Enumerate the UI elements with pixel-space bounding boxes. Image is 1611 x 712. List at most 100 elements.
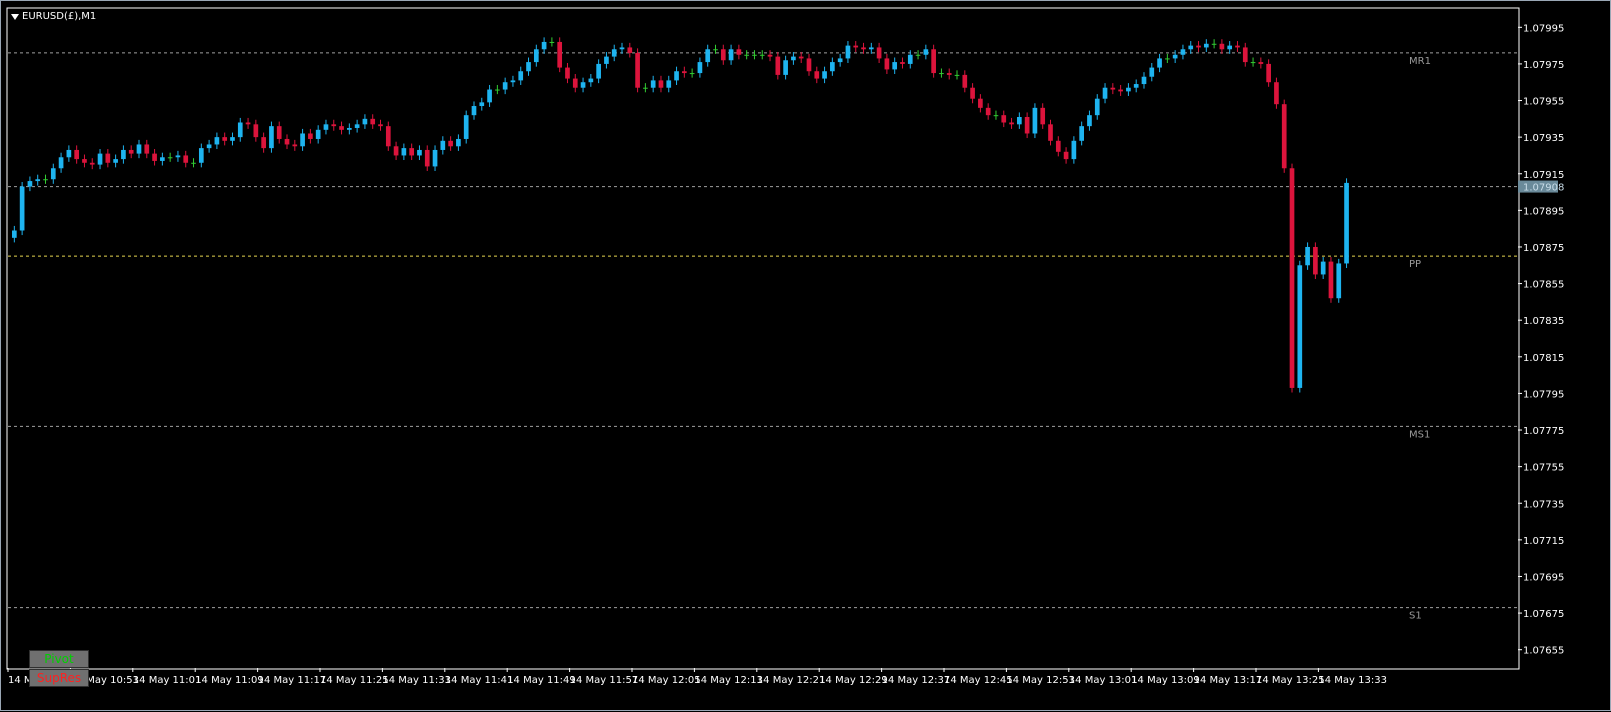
candle-body xyxy=(1009,122,1014,125)
pivot-button[interactable]: Pivot xyxy=(29,650,89,668)
candle-body xyxy=(1344,182,1349,264)
candle-body xyxy=(643,87,648,89)
candle-body xyxy=(705,49,711,63)
candle-body xyxy=(900,62,905,64)
x-tick-label: 14 May 12:45 xyxy=(944,675,1013,686)
candle-body xyxy=(1063,151,1069,160)
candle-body xyxy=(1118,89,1123,92)
candle-body xyxy=(35,179,41,182)
candle-body xyxy=(362,118,368,125)
candle-body xyxy=(276,126,282,139)
y-tick-label: 1.07695 xyxy=(1523,572,1564,583)
y-tick-label: 1.07835 xyxy=(1523,316,1564,327)
candle-body xyxy=(557,41,563,68)
candle-body xyxy=(440,140,446,150)
candle-body xyxy=(66,149,72,158)
candle-body xyxy=(323,124,329,130)
candle-body xyxy=(1320,261,1326,275)
y-tick-label: 1.07915 xyxy=(1523,170,1564,181)
y-tick-label: 1.07855 xyxy=(1523,280,1564,291)
candle-body xyxy=(868,47,874,50)
candle-body xyxy=(728,49,734,61)
y-tick-label: 1.07995 xyxy=(1523,23,1564,34)
candle-body xyxy=(269,126,274,149)
candle-body xyxy=(74,149,79,160)
candle-body xyxy=(1313,246,1318,275)
candle-body xyxy=(121,149,126,160)
candle-body xyxy=(401,148,407,156)
candle-body xyxy=(915,54,921,56)
candle-body xyxy=(549,41,555,43)
candle-body xyxy=(658,80,664,88)
candle-body xyxy=(1040,107,1046,125)
candle-body xyxy=(650,80,656,88)
candle-body xyxy=(292,144,298,147)
candle-body xyxy=(884,58,890,70)
candle-body xyxy=(417,149,422,156)
candle-body xyxy=(939,73,944,75)
candle-body xyxy=(635,52,640,88)
candle-body xyxy=(907,54,913,64)
candle-body xyxy=(689,73,695,75)
y-tick-label: 1.07795 xyxy=(1523,389,1564,400)
candle-body xyxy=(604,56,609,64)
candle-body xyxy=(861,47,866,50)
candle-body xyxy=(237,122,243,138)
x-tick-label: 14 May 12:21 xyxy=(757,675,826,686)
chart-window[interactable]: MR1 PP MS1 S1 1.07908 1.07995 1.07975 1.07955 1… xyxy=(0,0,1611,711)
time-axis[interactable]: 14 May 202414 May 10:5314 May 11:0114 Ma… xyxy=(7,668,1387,686)
candle-body xyxy=(588,78,594,83)
chart-title[interactable]: EURUSD(£),M1 xyxy=(11,11,96,22)
price-axis[interactable]: 1.07995 1.07975 1.07955 1.07935 1.07915 1.078… xyxy=(1518,23,1564,657)
supres-button[interactable]: SupRes xyxy=(29,669,89,687)
candle-body xyxy=(502,82,508,90)
candle-body xyxy=(1242,47,1248,63)
candle-body xyxy=(1087,115,1092,127)
y-tick-label: 1.07755 xyxy=(1523,463,1564,474)
candle-body xyxy=(611,49,617,57)
candle-body xyxy=(798,56,804,59)
x-tick-label: 14 May 11:01 xyxy=(133,675,202,686)
candle-body xyxy=(580,82,586,88)
candle-body xyxy=(97,153,103,165)
level-label: S1 xyxy=(1409,611,1422,622)
candle-body xyxy=(533,49,539,63)
candle-body xyxy=(230,137,235,141)
candle-body xyxy=(791,56,796,61)
candle-body xyxy=(1289,168,1295,388)
candle-body xyxy=(1274,82,1279,105)
candlestick-chart[interactable]: MR1PPMS1S11.07908 1.079951.079751.079551… xyxy=(1,1,1611,712)
candle-body xyxy=(752,54,757,56)
candle-body xyxy=(892,62,898,70)
candle-body xyxy=(82,159,87,163)
candle-body xyxy=(1110,87,1116,90)
candle-body xyxy=(1017,117,1022,125)
x-tick-label: 14 May 11:57 xyxy=(570,675,639,686)
candle-body xyxy=(222,137,228,141)
candle-body xyxy=(1149,67,1155,77)
candle-body xyxy=(487,89,492,103)
candle-body xyxy=(191,162,196,164)
y-tick-label: 1.07935 xyxy=(1523,133,1564,144)
candle-body xyxy=(1305,246,1310,266)
candle-body xyxy=(572,78,578,88)
candle-body xyxy=(1055,140,1061,152)
x-tick-label: 14 May 11:25 xyxy=(320,675,389,686)
candle-body xyxy=(837,58,843,63)
candle-body xyxy=(526,62,531,72)
candle-body xyxy=(720,49,726,61)
candle-body xyxy=(767,54,773,57)
candle-body xyxy=(1157,58,1162,68)
dropdown-triangle-icon[interactable] xyxy=(11,13,19,20)
candle-body xyxy=(261,137,266,149)
candle-body xyxy=(744,54,749,56)
candle-body xyxy=(183,155,189,163)
candle-body xyxy=(565,67,570,79)
x-tick-label: 14 May 12:05 xyxy=(632,675,701,686)
candle-body xyxy=(160,157,165,161)
x-tick-label: 14 May 12:37 xyxy=(882,675,951,686)
candle-body xyxy=(697,62,703,74)
candle-body xyxy=(308,133,313,139)
candle-body xyxy=(845,45,851,59)
candle-body xyxy=(713,49,718,51)
